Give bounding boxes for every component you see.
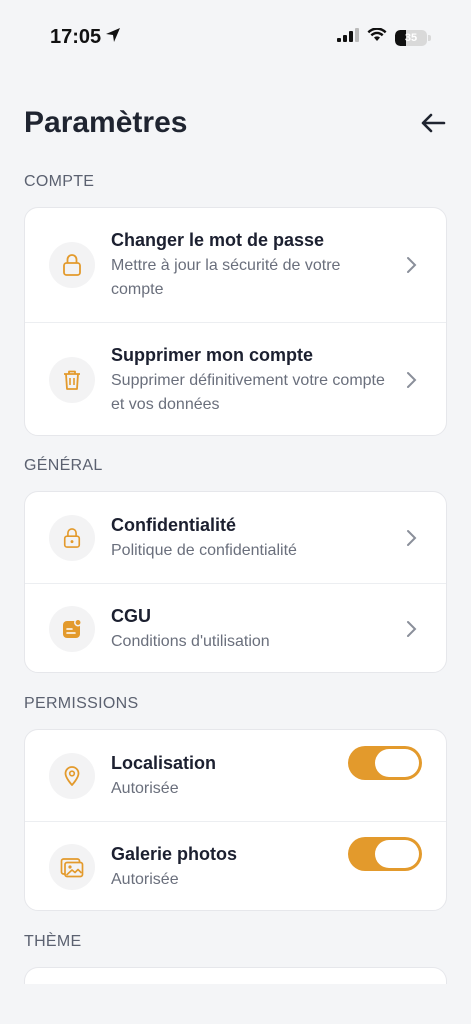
row-title: Confidentialité xyxy=(111,514,236,535)
permissions-card: Localisation Autorisée Galerie photos Au… xyxy=(24,729,447,911)
row-title: Changer le mot de passe xyxy=(111,230,325,250)
status-icons: 35 xyxy=(337,27,431,47)
row-title: Galerie photos xyxy=(111,844,238,864)
status-time: 17:05 xyxy=(50,26,102,48)
wifi-icon xyxy=(367,27,387,47)
header: Paramètres xyxy=(24,100,447,146)
document-icon xyxy=(49,606,95,652)
battery-icon: 35 xyxy=(395,29,431,46)
row-subtitle: Conditions d'utilisation xyxy=(111,633,270,650)
row-title: Supprimer mon compte xyxy=(111,344,314,365)
photo-gallery-toggle[interactable] xyxy=(348,837,422,871)
lock-icon xyxy=(49,242,95,288)
terms-row[interactable]: CGU Conditions d'utilisation xyxy=(25,583,446,672)
back-button[interactable] xyxy=(415,105,451,141)
section-label-permissions: PERMISSIONS xyxy=(24,695,139,712)
row-subtitle: Politique de confidentialité xyxy=(111,541,297,559)
toggle-knob xyxy=(375,840,419,868)
page-title: Paramètres xyxy=(24,106,188,139)
chevron-right-icon xyxy=(402,529,422,547)
chevron-right-icon xyxy=(402,371,422,389)
location-toggle[interactable] xyxy=(348,745,422,780)
photo-icon xyxy=(49,844,95,890)
section-label-general: GÉNÉRAL xyxy=(24,457,103,474)
row-subtitle: Autorisée xyxy=(111,871,179,888)
status-time-group: 17:05 xyxy=(50,26,121,49)
account-card: Changer le mot de passe Mettre à jour la… xyxy=(24,207,447,436)
row-subtitle: Supprimer définitivement votre compte et… xyxy=(111,371,385,413)
bottom-area xyxy=(0,984,471,1024)
delete-account-row[interactable]: Supprimer mon compte Supprimer définitiv… xyxy=(25,322,446,435)
location-row: Localisation Autorisée xyxy=(25,730,446,821)
change-password-row[interactable]: Changer le mot de passe Mettre à jour la… xyxy=(25,208,446,322)
general-card: Confidentialité Politique de confidentia… xyxy=(24,491,447,673)
row-title: Localisation xyxy=(111,752,217,773)
row-title: CGU xyxy=(111,606,151,626)
photo-gallery-row: Galerie photos Autorisée xyxy=(25,821,446,910)
privacy-row[interactable]: Confidentialité Politique de confidentia… xyxy=(25,492,446,583)
arrow-left-icon xyxy=(421,113,446,133)
location-pin-icon xyxy=(49,752,95,799)
row-subtitle: Autorisée xyxy=(111,779,179,797)
cellular-signal-icon xyxy=(337,28,359,47)
chevron-right-icon xyxy=(402,620,422,638)
chevron-right-icon xyxy=(402,256,422,274)
row-subtitle: Mettre à jour la sécurité de votre compt… xyxy=(111,257,341,298)
section-label-account: COMPTE xyxy=(24,173,95,190)
trash-icon xyxy=(49,356,95,403)
location-arrow-icon xyxy=(105,26,121,49)
toggle-knob xyxy=(375,748,419,777)
lock-icon xyxy=(49,514,95,561)
status-bar: 17:05 35 xyxy=(0,0,471,76)
section-label-theme: THÈME xyxy=(24,933,82,950)
battery-level: 35 xyxy=(404,31,418,44)
